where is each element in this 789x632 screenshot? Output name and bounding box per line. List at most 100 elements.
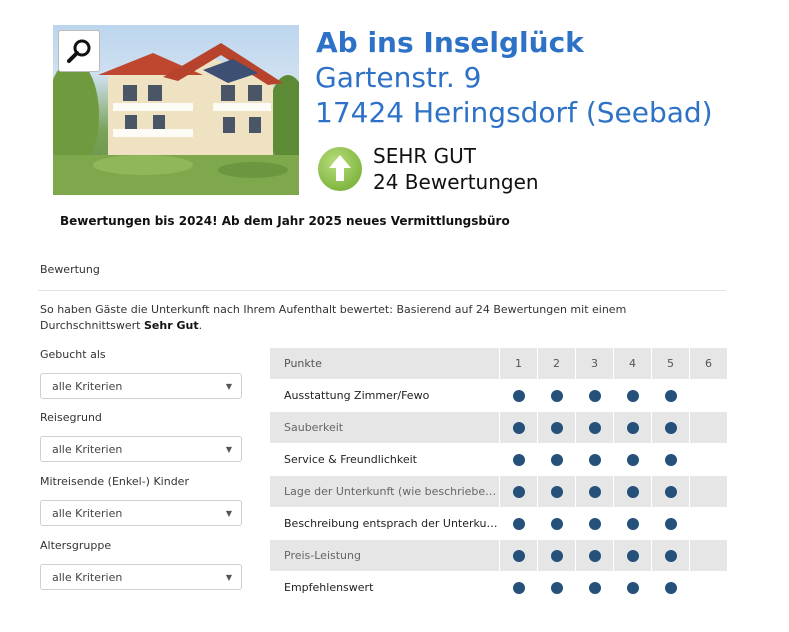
rating-cell xyxy=(613,443,652,476)
arrow-up-icon xyxy=(317,146,363,192)
rating-dot xyxy=(626,550,639,562)
points-header: Punkte xyxy=(269,347,500,380)
rating-dot xyxy=(512,454,525,466)
rating-cell xyxy=(689,539,728,572)
rating-dot xyxy=(550,422,563,434)
rating-cell xyxy=(499,379,538,412)
rating-cell xyxy=(651,507,690,540)
rating-dot xyxy=(664,550,677,562)
zoom-button[interactable] xyxy=(58,30,100,72)
rating-dot xyxy=(626,582,639,594)
rating-dot xyxy=(626,454,639,466)
rating-dot xyxy=(550,390,563,402)
chevron-down-icon: ▼ xyxy=(225,382,232,391)
description-end: . xyxy=(198,319,203,332)
rating-cell xyxy=(575,507,614,540)
rating-table: Punkte 1 2 3 4 5 6 Ausstattung Zimmer/Fe… xyxy=(269,347,728,604)
rating-cell xyxy=(651,379,690,412)
rating-dot xyxy=(588,550,601,562)
rating-dot xyxy=(512,390,525,402)
rating-cell xyxy=(613,379,652,412)
filter-label-age-group: Altersgruppe xyxy=(40,539,112,552)
rating-cell xyxy=(537,507,576,540)
filter-label-travel-reason: Reisegrund xyxy=(40,411,102,424)
rating-row: Sauberkeit xyxy=(269,411,728,444)
rating-dot xyxy=(588,390,601,402)
filter-select-children[interactable]: alle Kriterien ▼ xyxy=(40,500,242,526)
scale-3: 3 xyxy=(575,347,614,380)
rating-cell xyxy=(537,411,576,444)
rating-cell xyxy=(575,443,614,476)
listing-title[interactable]: Ab ins Inselglück xyxy=(316,26,584,59)
select-value: alle Kriterien xyxy=(52,380,123,393)
rating-cell xyxy=(499,411,538,444)
rating-row: Beschreibung entsprach der Unterku… xyxy=(269,507,728,540)
filter-select-booked-as[interactable]: alle Kriterien ▼ xyxy=(40,373,242,399)
rating-cell xyxy=(575,571,614,604)
rating-dot xyxy=(512,518,525,530)
rating-category: Service & Freundlichkeit xyxy=(269,443,500,476)
filter-label-children: Mitreisende (Enkel-) Kinder xyxy=(40,475,189,488)
review-count: 24 Bewertungen xyxy=(373,170,539,194)
description-text: So haben Gäste die Unterkunft nach Ihrem… xyxy=(40,303,627,332)
rating-cell xyxy=(575,539,614,572)
rating-cell xyxy=(499,539,538,572)
rating-dot xyxy=(512,486,525,498)
rating-category: Empfehlenswert xyxy=(269,571,500,604)
rating-cell xyxy=(613,539,652,572)
select-value: alle Kriterien xyxy=(52,571,123,584)
rating-dot xyxy=(626,486,639,498)
rating-cell xyxy=(689,411,728,444)
rating-dot xyxy=(550,582,563,594)
chevron-down-icon: ▼ xyxy=(225,509,232,518)
divider xyxy=(38,290,726,291)
select-value: alle Kriterien xyxy=(52,443,123,456)
rating-dot xyxy=(664,422,677,434)
rating-cell xyxy=(499,475,538,508)
rating-dot xyxy=(664,582,677,594)
rating-dot xyxy=(626,390,639,402)
select-value: alle Kriterien xyxy=(52,507,123,520)
scale-1: 1 xyxy=(499,347,538,380)
scale-6: 6 xyxy=(689,347,728,380)
rating-row: Service & Freundlichkeit xyxy=(269,443,728,476)
rating-cell xyxy=(537,571,576,604)
chevron-down-icon: ▼ xyxy=(225,445,232,454)
chevron-down-icon: ▼ xyxy=(225,573,232,582)
rating-cell xyxy=(613,475,652,508)
filter-select-travel-reason[interactable]: alle Kriterien ▼ xyxy=(40,436,242,462)
scale-4: 4 xyxy=(613,347,652,380)
rating-cell xyxy=(613,411,652,444)
rating-category: Preis-Leistung xyxy=(269,539,500,572)
rating-cell xyxy=(689,443,728,476)
rating-dot xyxy=(550,486,563,498)
rating-dot xyxy=(550,550,563,562)
rating-dot xyxy=(626,422,639,434)
rating-cell xyxy=(651,571,690,604)
rating-cell xyxy=(537,539,576,572)
rating-cell xyxy=(537,379,576,412)
rating-cell xyxy=(575,379,614,412)
rating-cell xyxy=(689,475,728,508)
rating-cell xyxy=(689,571,728,604)
rating-row: Lage der Unterkunft (wie beschriebe… xyxy=(269,475,728,508)
rating-cell xyxy=(537,475,576,508)
rating-dot xyxy=(664,518,677,530)
section-label: Bewertung xyxy=(40,263,100,276)
rating-dot xyxy=(512,582,525,594)
rating-cell xyxy=(651,475,690,508)
rating-header-row: Punkte 1 2 3 4 5 6 xyxy=(269,347,728,380)
filter-select-age-group[interactable]: alle Kriterien ▼ xyxy=(40,564,242,590)
rating-dot xyxy=(626,518,639,530)
scale-5: 5 xyxy=(651,347,690,380)
rating-cell xyxy=(651,539,690,572)
description-average: Sehr Gut xyxy=(143,319,199,332)
rating-dot xyxy=(664,486,677,498)
rating-dot xyxy=(588,486,601,498)
rating-cell xyxy=(537,443,576,476)
rating-dot xyxy=(588,454,601,466)
rating-cell xyxy=(613,507,652,540)
address-street: Gartenstr. 9 xyxy=(315,61,482,94)
rating-dot xyxy=(588,518,601,530)
rating-category: Sauberkeit xyxy=(269,411,500,444)
